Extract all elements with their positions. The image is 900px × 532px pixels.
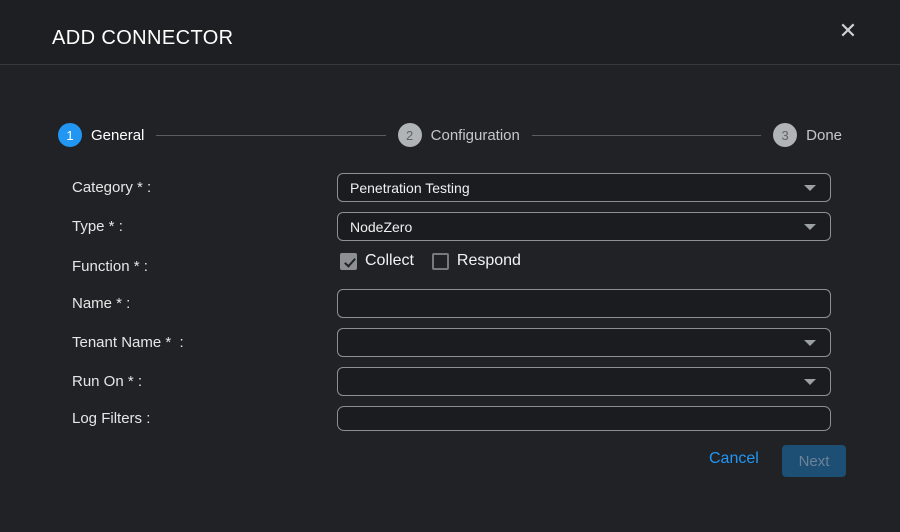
collect-checkbox-label: Collect <box>365 252 414 270</box>
close-button[interactable]: ✕ <box>834 18 862 46</box>
step-configuration: 2 Configuration <box>398 123 520 147</box>
run-on-row: Run On * : <box>0 367 900 396</box>
function-checkbox-group: Collect Respond <box>340 252 539 270</box>
collect-checkbox[interactable]: Collect <box>340 252 414 270</box>
function-row: Function * : Collect Respond <box>0 250 900 272</box>
close-icon: ✕ <box>839 19 857 44</box>
category-label: Category * : <box>72 179 151 196</box>
name-row: Name * : <box>0 289 900 318</box>
run-on-label: Run On * : <box>72 373 142 390</box>
step-1-label: General <box>91 127 144 144</box>
add-connector-dialog: ADD CONNECTOR ✕ 1 General 2 Configuratio… <box>0 0 900 532</box>
log-filters-row: Log Filters : <box>0 406 900 431</box>
respond-checkbox[interactable]: Respond <box>432 252 521 270</box>
tenant-row: Tenant Name * : <box>0 328 900 357</box>
step-1-circle: 1 <box>58 123 82 147</box>
step-done: 3 Done <box>773 123 842 147</box>
step-connector <box>532 135 761 136</box>
function-label: Function * : <box>72 258 148 275</box>
step-3-circle: 3 <box>773 123 797 147</box>
step-connector <box>156 135 385 136</box>
category-dropdown[interactable]: Penetration Testing <box>337 173 831 202</box>
chevron-down-icon <box>804 379 816 385</box>
checkbox-checked-icon <box>340 253 357 270</box>
name-label: Name * : <box>72 295 130 312</box>
wizard-stepper: 1 General 2 Configuration 3 Done <box>58 122 842 148</box>
cancel-button[interactable]: Cancel <box>709 450 759 468</box>
next-button[interactable]: Next <box>782 445 846 477</box>
type-dropdown[interactable]: NodeZero <box>337 212 831 241</box>
chevron-down-icon <box>804 185 816 191</box>
dialog-title: ADD CONNECTOR <box>52 27 234 50</box>
category-value: Penetration Testing <box>350 180 804 196</box>
step-3-label: Done <box>806 127 842 144</box>
dialog-header: ADD CONNECTOR ✕ <box>0 0 900 65</box>
run-on-dropdown[interactable] <box>337 367 831 396</box>
log-filters-label: Log Filters : <box>72 410 150 427</box>
type-row: Type * : NodeZero <box>0 212 900 241</box>
tenant-name-label: Tenant Name * : <box>72 334 184 351</box>
chevron-down-icon <box>804 224 816 230</box>
step-2-label: Configuration <box>431 127 520 144</box>
step-2-circle: 2 <box>398 123 422 147</box>
log-filters-input[interactable] <box>337 406 831 431</box>
name-input[interactable] <box>337 289 831 318</box>
type-label: Type * : <box>72 218 123 235</box>
tenant-name-dropdown[interactable] <box>337 328 831 357</box>
type-value: NodeZero <box>350 219 804 235</box>
step-general: 1 General <box>58 123 144 147</box>
chevron-down-icon <box>804 340 816 346</box>
category-row: Category * : Penetration Testing <box>0 173 900 202</box>
respond-checkbox-label: Respond <box>457 252 521 270</box>
checkbox-unchecked-icon <box>432 253 449 270</box>
